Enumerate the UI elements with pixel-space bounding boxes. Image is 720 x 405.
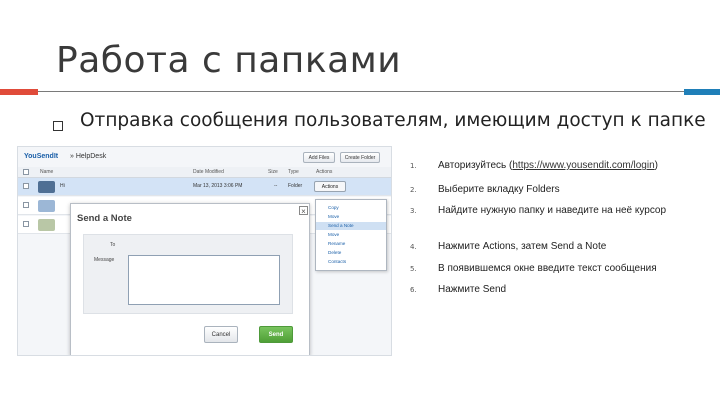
menu-item-copy[interactable]: Copy: [316, 204, 386, 212]
actions-button[interactable]: Actions: [314, 181, 346, 192]
title-accent-blue: [684, 89, 720, 95]
bullet-square-icon: [53, 121, 63, 131]
menu-item-send-note[interactable]: Send a Note: [316, 222, 386, 230]
login-link[interactable]: https://www.yousendit.com/login: [512, 160, 654, 171]
step-number: 3.: [410, 207, 417, 215]
folder-icon: [38, 181, 55, 193]
title-divider: [0, 91, 720, 92]
breadcrumb: » HelpDesk: [70, 153, 107, 160]
step-text: Найдите нужную папку и наведите на неё к…: [438, 205, 667, 216]
app-screenshot: YouSendIt » HelpDesk Add Files Create Fo…: [17, 146, 392, 356]
dialog-body: To Message: [83, 234, 293, 314]
step-number: 5.: [410, 265, 417, 273]
type-value: Folder: [288, 183, 303, 189]
size-value: --: [274, 183, 278, 189]
dialog-title: Send a Note: [77, 213, 132, 224]
add-files-button[interactable]: Add Files: [303, 152, 335, 163]
step-text-after: ): [654, 160, 658, 171]
to-label: To: [110, 242, 116, 248]
menu-item-delete[interactable]: Delete: [316, 249, 386, 257]
date-modified: Mar 13, 2013 3:06 PM: [193, 183, 243, 189]
actions-menu: Copy Move Send a Note Move Rename Delete…: [315, 199, 387, 271]
file-icon: [38, 219, 55, 231]
menu-item-contacts[interactable]: Contacts: [316, 258, 386, 266]
step-text: Нажмите Send: [438, 284, 507, 295]
folder-icon: [38, 200, 55, 212]
send-button[interactable]: Send: [259, 326, 293, 343]
step-text-before: Авторизуйтесь (: [438, 160, 513, 171]
row-checkbox[interactable]: [23, 183, 29, 189]
step-number: 1.: [410, 162, 417, 170]
table-row-selected[interactable]: Hi Mar 13, 2013 3:06 PM -- Folder Action…: [18, 178, 391, 196]
row-checkbox[interactable]: [23, 221, 29, 227]
send-note-dialog: Send a Note × To Message Cancel Send: [70, 203, 310, 355]
folder-name[interactable]: Hi: [60, 183, 65, 189]
close-icon[interactable]: ×: [299, 206, 308, 216]
message-label: Message: [94, 257, 115, 263]
slide-title: Работа с папками: [56, 40, 402, 81]
step-number: 6.: [410, 286, 417, 294]
step-number: 2.: [410, 186, 417, 194]
create-folder-button[interactable]: Create Folder: [340, 152, 380, 163]
step-text: Выберите вкладку Folders: [438, 184, 560, 195]
app-logo: YouSendIt: [24, 153, 59, 160]
step-text: Авторизуйтесь (https://www.yousendit.com…: [438, 160, 710, 173]
breadcrumb-folder: HelpDesk: [75, 153, 107, 160]
menu-item-move[interactable]: Move: [316, 213, 386, 221]
step-text: В появившемся окне введите текст сообщен…: [438, 263, 657, 274]
message-textarea[interactable]: [128, 255, 280, 305]
row-checkbox[interactable]: [23, 202, 29, 208]
bullet-text: Отправка сообщения пользователям, имеющи…: [80, 110, 706, 131]
menu-item-rename[interactable]: Rename: [316, 240, 386, 248]
menu-item-move-2[interactable]: Move: [316, 231, 386, 239]
title-accent-red: [0, 89, 38, 95]
cancel-button[interactable]: Cancel: [204, 326, 238, 343]
step-number: 4.: [410, 243, 417, 251]
step-text: Нажмите Actions, затем Send a Note: [438, 241, 607, 252]
